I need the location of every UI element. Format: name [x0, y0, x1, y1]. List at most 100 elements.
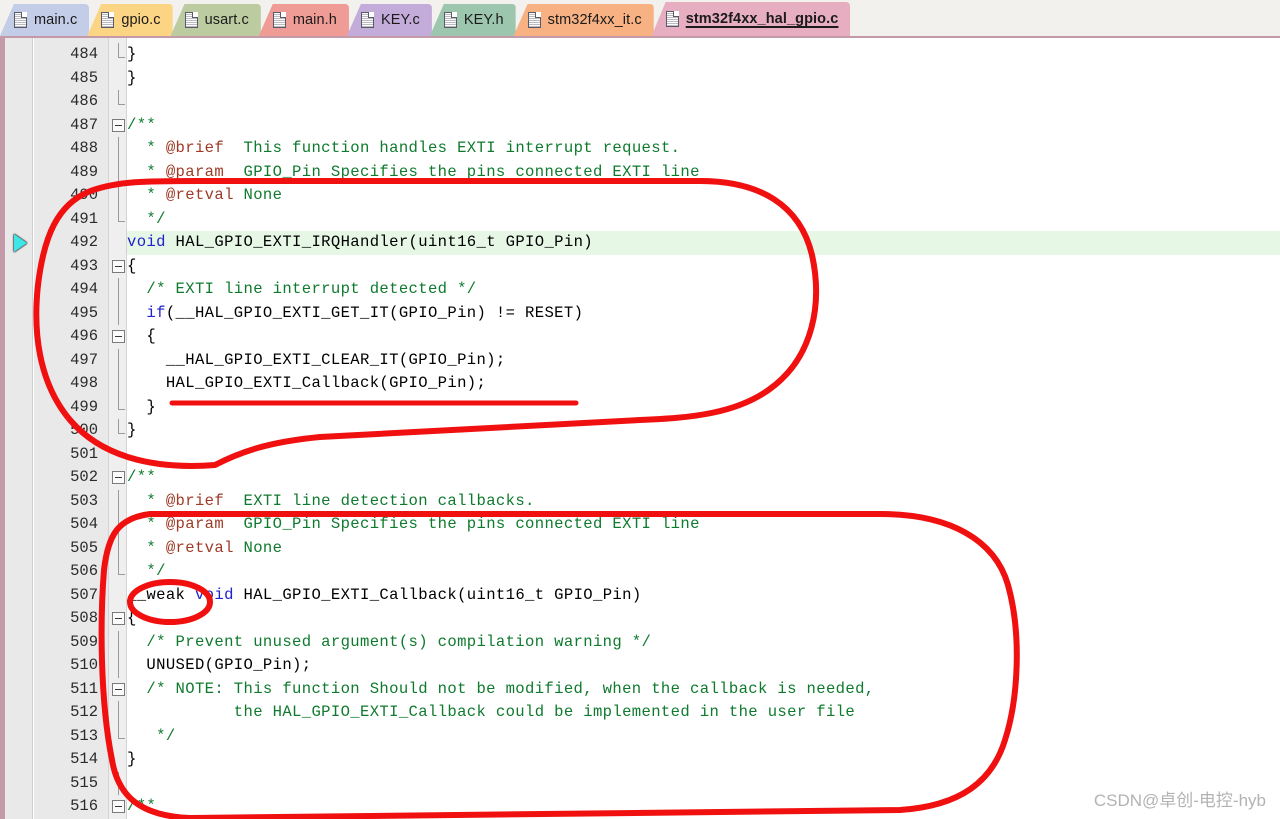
code-line[interactable]: * @retval None	[127, 184, 282, 208]
code-line[interactable]: {	[127, 325, 156, 349]
code-token-cmt: None	[233, 186, 283, 204]
line-number: 489	[70, 162, 98, 181]
file-icon	[360, 12, 374, 28]
fold-toggle-icon[interactable]	[112, 682, 125, 696]
code-line[interactable]: }	[127, 396, 156, 420]
code-token-cmt: /**	[127, 115, 157, 134]
code-token-cmt: /**	[127, 797, 157, 815]
code-line[interactable]: {	[127, 607, 137, 631]
code-line[interactable]: */	[127, 560, 166, 584]
fold-region-end-icon	[118, 56, 125, 58]
editor-tab-stm32f4xx_hal_gpio-c[interactable]: stm32f4xx_hal_gpio.c	[651, 2, 851, 36]
code-line[interactable]: */	[127, 208, 166, 232]
fold-toggle-icon[interactable]	[112, 259, 125, 273]
code-line[interactable]: {	[127, 255, 137, 279]
code-token-pln	[127, 304, 146, 322]
line-number: 510	[70, 656, 98, 674]
fold-guide-line	[118, 184, 119, 208]
fold-guide-line	[118, 654, 119, 678]
code-token-cmt: *	[127, 162, 166, 181]
code-line[interactable]: * @retval None	[127, 537, 282, 561]
line-number: 497	[70, 350, 98, 369]
code-line[interactable]: __HAL_GPIO_EXTI_CLEAR_IT(GPIO_Pin);	[127, 349, 506, 373]
code-line[interactable]: if(__HAL_GPIO_EXTI_GET_IT(GPIO_Pin) != R…	[127, 302, 583, 326]
code-token-pln: }	[127, 397, 157, 416]
editor-tab-label: KEY.h	[463, 12, 504, 28]
code-text-area[interactable]: }} /** * @brief This function handles EXT…	[127, 38, 1280, 819]
fold-region-end-icon	[118, 221, 125, 223]
fold-guide-line	[118, 513, 119, 537]
code-line[interactable]: void HAL_GPIO_EXTI_IRQHandler(uint16_t G…	[127, 231, 593, 255]
code-token-kw: if	[146, 303, 166, 322]
code-line[interactable]: the HAL_GPIO_EXTI_Callback could be impl…	[127, 701, 855, 725]
code-line[interactable]: __weak void HAL_GPIO_EXTI_Callback(uint1…	[127, 584, 642, 608]
code-token-cmt: This function handles EXTI interrupt req…	[224, 139, 681, 157]
code-line[interactable]: /**	[127, 114, 156, 138]
editor-tab-gpio-c[interactable]: gpio.c	[87, 4, 173, 36]
fold-toggle-icon[interactable]	[112, 471, 125, 484]
breakpoint-gutter[interactable]	[5, 38, 33, 819]
code-token-pln: UNUSED(GPIO_Pin);	[127, 656, 312, 674]
editor-tab-bar: main.c gpio.c usart.c main.h KEY.c KEY.h stm32…	[0, 0, 1280, 38]
code-line[interactable]: }	[127, 43, 137, 67]
fold-guide-line	[118, 301, 119, 325]
code-token-tag: @param	[165, 162, 225, 181]
code-token-cmt: /* NOTE: This function Should not be mod…	[127, 679, 875, 698]
code-token-pln: {	[127, 256, 137, 275]
line-number: 512	[70, 703, 98, 721]
line-number: 505	[70, 538, 98, 557]
editor-tab-KEY-h[interactable]: KEY.h	[429, 4, 516, 36]
line-number: 508	[70, 609, 98, 627]
fold-toggle-icon[interactable]	[112, 118, 125, 132]
fold-toggle-icon[interactable]	[112, 612, 125, 625]
fold-toggle-icon[interactable]	[112, 330, 125, 343]
ide-window: main.c gpio.c usart.c main.h KEY.c KEY.h stm32…	[0, 0, 1280, 819]
file-icon	[443, 12, 457, 28]
fold-guide-line	[118, 395, 119, 410]
editor-tab-stm32f4xx_it-c[interactable]: stm32f4xx_it.c	[513, 4, 654, 36]
line-number: 502	[70, 468, 98, 486]
fold-toggle-icon[interactable]	[112, 800, 125, 813]
code-token-cmt: *	[127, 139, 166, 157]
code-line[interactable]: UNUSED(GPIO_Pin);	[127, 654, 311, 678]
line-number: 493	[70, 256, 98, 275]
code-line[interactable]: * @brief EXTI line detection callbacks.	[127, 490, 535, 514]
editor-tab-main-c[interactable]: main.c	[0, 4, 90, 36]
line-number-gutter: 484 485 486 487 488 489 490 491 492 493 494 495 496 4…	[34, 38, 108, 819]
code-line[interactable]: * @param GPIO_Pin Specifies the pins con…	[127, 513, 700, 537]
fold-region-end-icon	[118, 409, 125, 411]
fold-guide-line	[118, 630, 119, 654]
code-line[interactable]: * @param GPIO_Pin Specifies the pins con…	[127, 161, 700, 185]
editor-tab-usart-c[interactable]: usart.c	[170, 4, 261, 36]
code-line[interactable]: }	[127, 419, 137, 443]
editor-tab-KEY-c[interactable]: KEY.c	[346, 4, 432, 36]
code-line[interactable]: /* Prevent unused argument(s) compilatio…	[127, 631, 651, 655]
code-editor[interactable]: 484 485 486 487 488 489 490 491 492 493 494 495 496 4…	[0, 38, 1280, 819]
line-number: 485	[70, 68, 98, 87]
line-number: 495	[70, 303, 98, 322]
code-token-cmt: */	[127, 562, 166, 580]
editor-tab-main-h[interactable]: main.h	[258, 4, 349, 36]
line-number: 516	[70, 797, 98, 815]
line-number: 491	[70, 209, 98, 228]
code-line[interactable]: /* NOTE: This function Should not be mod…	[127, 678, 875, 702]
code-line[interactable]: */	[127, 725, 176, 749]
code-token-cmt: /* Prevent unused argument(s) compilatio…	[127, 632, 652, 651]
code-line[interactable]: /**	[127, 466, 156, 490]
code-token-kw: void	[127, 233, 166, 251]
file-icon	[527, 12, 541, 28]
code-folding-gutter[interactable]	[108, 38, 127, 819]
code-line[interactable]: * @brief This function handles EXTI inte…	[127, 137, 680, 161]
fold-guide-line	[118, 489, 119, 513]
file-icon	[184, 12, 198, 28]
file-icon	[272, 12, 286, 28]
code-line[interactable]: /* EXTI line interrupt detected */	[127, 278, 476, 302]
line-number: 504	[70, 515, 98, 533]
code-line[interactable]: }	[127, 67, 137, 91]
editor-tab-label: KEY.c	[380, 12, 420, 28]
line-number: 487	[70, 115, 98, 134]
code-line[interactable]: /**	[127, 795, 156, 819]
code-token-pln: HAL_GPIO_EXTI_Callback(uint16_t GPIO_Pin…	[233, 585, 642, 604]
code-line[interactable]: }	[127, 748, 137, 772]
code-line[interactable]: HAL_GPIO_EXTI_Callback(GPIO_Pin);	[127, 372, 486, 396]
